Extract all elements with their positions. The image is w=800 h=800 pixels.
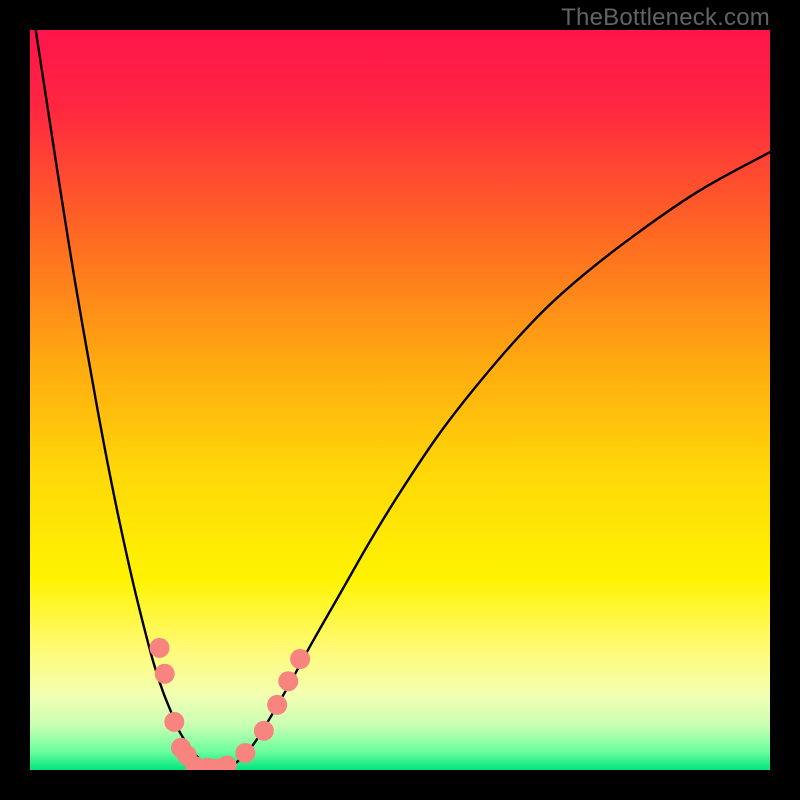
curve-marker xyxy=(254,721,274,741)
chart-frame: TheBottleneck.com xyxy=(0,0,800,800)
curve-marker xyxy=(278,671,298,691)
bottleneck-curve xyxy=(30,30,770,770)
curve-marker xyxy=(267,695,287,715)
curve-marker xyxy=(217,756,237,770)
watermark-text: TheBottleneck.com xyxy=(561,4,770,32)
curve-marker xyxy=(164,712,184,732)
curve-marker xyxy=(150,638,170,658)
plot-area xyxy=(30,30,770,770)
curve-marker xyxy=(155,664,175,684)
curve-marker xyxy=(235,743,255,763)
curve-marker xyxy=(290,649,310,669)
